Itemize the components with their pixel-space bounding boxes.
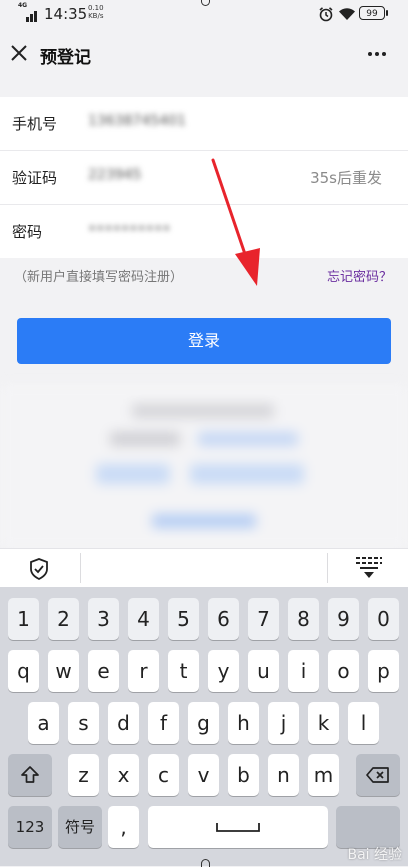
password-label: 密码: [12, 223, 43, 241]
key-p[interactable]: p: [368, 650, 399, 692]
keyboard-toolbar: [0, 548, 408, 587]
key-g[interactable]: g: [188, 702, 219, 744]
signal-icon: [18, 6, 40, 22]
register-hint: （新用户直接填写密码注册）: [14, 270, 184, 285]
phone-input[interactable]: 13638745401: [88, 113, 186, 129]
key-k[interactable]: k: [308, 702, 339, 744]
mode-123-key[interactable]: 123: [8, 806, 52, 848]
key-e[interactable]: e: [88, 650, 119, 692]
key-l[interactable]: l: [348, 702, 379, 744]
key-q[interactable]: q: [8, 650, 39, 692]
space-icon: [216, 823, 260, 832]
annotation-arrow-icon: [211, 158, 260, 286]
key-3[interactable]: 3: [88, 598, 119, 640]
key-v[interactable]: v: [188, 754, 219, 796]
wifi-icon: [339, 8, 355, 20]
nav-bar: 预登记: [0, 32, 408, 78]
key-b[interactable]: b: [228, 754, 259, 796]
key-8[interactable]: 8: [288, 598, 319, 640]
key-2[interactable]: 2: [48, 598, 79, 640]
password-input[interactable]: ••••••••••: [88, 221, 171, 237]
key-a[interactable]: a: [28, 702, 59, 744]
key-d[interactable]: d: [108, 702, 139, 744]
code-row[interactable]: 验证码 223945 35s后重发: [0, 151, 408, 205]
key-comma[interactable]: ,: [108, 806, 139, 848]
code-label: 验证码: [12, 169, 58, 187]
network-speed: 0.10 KB/s: [88, 4, 104, 20]
key-0[interactable]: 0: [368, 598, 399, 640]
key-6[interactable]: 6: [208, 598, 239, 640]
close-icon[interactable]: [8, 42, 30, 64]
battery-icon: 99: [359, 6, 388, 20]
symbols-key[interactable]: 符号: [58, 806, 102, 848]
key-s[interactable]: s: [68, 702, 99, 744]
status-bar: 4G 14:35 0.10 KB/s 99: [0, 0, 408, 32]
phone-row[interactable]: 手机号 13638745401: [0, 97, 408, 151]
key-4[interactable]: 4: [128, 598, 159, 640]
blurred-content: [0, 384, 408, 549]
more-icon[interactable]: [362, 44, 392, 64]
enter-key[interactable]: [336, 806, 400, 848]
key-5[interactable]: 5: [168, 598, 199, 640]
keyboard: 1 2 3 4 5 6 7 8 9 0 q w e r t y u i o p …: [0, 587, 408, 866]
notch-indicator: [201, 0, 210, 6]
key-u[interactable]: u: [248, 650, 279, 692]
key-j[interactable]: j: [268, 702, 299, 744]
key-9[interactable]: 9: [328, 598, 359, 640]
resend-code-button[interactable]: 35s后重发: [310, 167, 382, 188]
toolbar-divider: [327, 553, 328, 583]
key-w[interactable]: w: [48, 650, 79, 692]
key-f[interactable]: f: [148, 702, 179, 744]
shift-icon: [21, 766, 39, 783]
key-y[interactable]: y: [208, 650, 239, 692]
toolbar-divider: [80, 553, 81, 583]
login-form: 手机号 13638745401 验证码 223945 35s后重发 密码 •••…: [0, 97, 408, 258]
key-x[interactable]: x: [108, 754, 139, 796]
key-r[interactable]: r: [128, 650, 159, 692]
clock: 14:35: [44, 5, 88, 23]
backspace-key[interactable]: [356, 754, 400, 796]
page-title: 预登记: [40, 48, 91, 68]
shift-key[interactable]: [8, 754, 52, 796]
key-c[interactable]: c: [148, 754, 179, 796]
alarm-icon: [319, 7, 333, 22]
password-row[interactable]: 密码 ••••••••••: [0, 205, 408, 258]
key-7[interactable]: 7: [248, 598, 279, 640]
key-i[interactable]: i: [288, 650, 319, 692]
key-n[interactable]: n: [268, 754, 299, 796]
backspace-icon: [366, 767, 389, 783]
forgot-password-link[interactable]: 忘记密码？: [327, 266, 392, 285]
security-shield-icon[interactable]: [28, 557, 50, 581]
hide-keyboard-icon[interactable]: [354, 555, 384, 581]
login-button[interactable]: 登录: [17, 318, 391, 364]
speed-value: 0.10: [88, 4, 104, 12]
key-m[interactable]: m: [308, 754, 339, 796]
key-t[interactable]: t: [168, 650, 199, 692]
phone-label: 手机号: [12, 115, 58, 133]
key-1[interactable]: 1: [8, 598, 39, 640]
speed-unit: KB/s: [88, 12, 104, 20]
code-input[interactable]: 223945: [88, 167, 141, 183]
watermark: Bai 经验: [347, 847, 402, 863]
key-o[interactable]: o: [328, 650, 359, 692]
key-z[interactable]: z: [68, 754, 99, 796]
key-h[interactable]: h: [228, 702, 259, 744]
space-key[interactable]: [148, 806, 328, 848]
